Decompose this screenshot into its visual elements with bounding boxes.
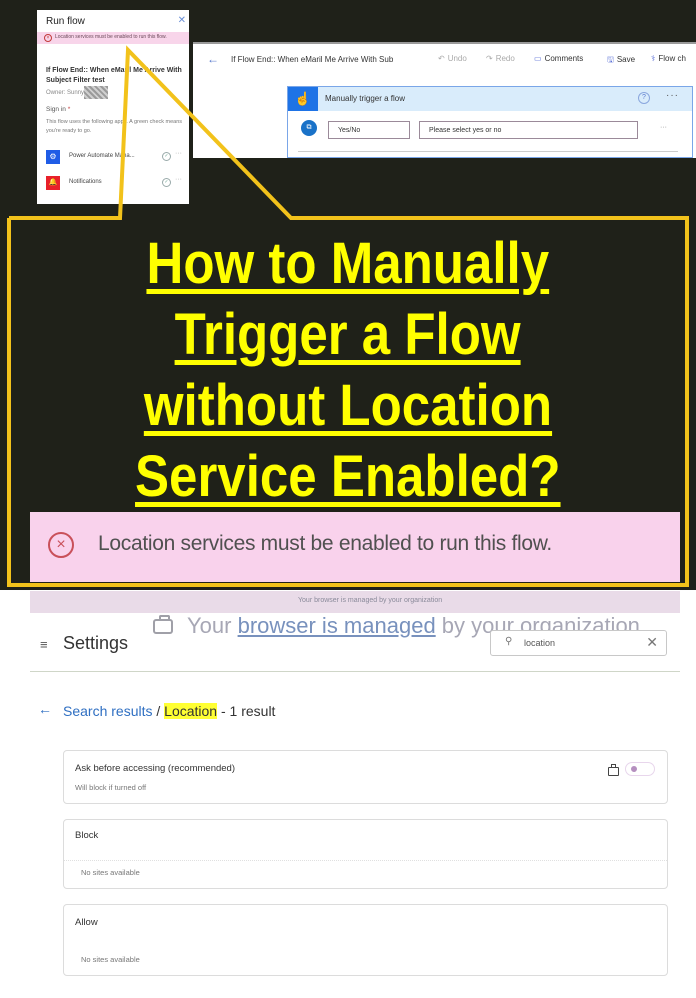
headline-text: without Location [143,373,553,438]
check-icon: ✓ [162,178,171,187]
panel-title: Block [75,830,99,841]
lock-icon [608,764,619,776]
panel-title: Allow [75,917,98,928]
panel-subtitle: Will block if turned off [75,783,147,792]
headline-line: How to Manually [0,228,696,299]
error-circle-icon: × [44,34,52,42]
help-icon[interactable]: ? [638,92,650,104]
save-label: Save [616,55,636,64]
location-error-message: Location services must be enabled to run… [98,532,552,555]
run-flow-error-bar: × Location services must be enabled to r… [37,32,189,44]
redo-button[interactable]: ↷ Redo [486,54,515,63]
flow-owner: Owner: Sunny [46,86,109,99]
redo-label: Redo [495,54,515,63]
breadcrumb-separator: / [152,703,165,719]
required-marker: * [67,106,71,113]
panel-title: Ask before accessing (recommended) [75,763,235,774]
settings-title: Settings [63,633,129,653]
allow-panel: Allow No sites available [63,904,668,976]
headline: How to Manually Trigger a Flow without L… [0,228,696,512]
flow-editor-panel: ← If Flow End:: When eMaril Me Arrive Wi… [193,42,696,158]
app-row-notifications[interactable]: 🔔 Notifications ✓ ··· [46,176,186,190]
settings-search-input[interactable]: ⚲ location ✕ [490,630,667,656]
headline-line: without Location [0,370,696,441]
app-row-power-automate[interactable]: ⚙ Power Automate Mana... ✓ ··· [46,150,186,164]
empty-state-text: No sites available [81,868,140,877]
comment-icon: ▭ [534,54,542,63]
touch-icon: ☝ [288,87,318,111]
bell-icon: 🔔 [46,176,60,190]
back-arrow-icon[interactable]: ← [207,52,219,66]
parameter-type-icon: ⧉ [301,120,317,136]
stethoscope-icon: ⚕ [651,54,656,63]
headline-line: Trigger a Flow [0,299,696,370]
more-options-icon[interactable]: ··· [666,90,679,101]
hamburger-menu-icon[interactable]: ≡ [40,637,48,652]
save-button[interactable]: 🖫 Save [607,54,635,68]
briefcase-icon [153,615,173,634]
card-divider [298,151,678,152]
headline-text: Service Enabled? [135,444,561,509]
comments-button[interactable]: ▭ Comments [534,54,583,63]
run-flow-panel: Run flow ✕ × Location services must be e… [37,10,189,204]
managed-browser-strip: Your browser is managed by your organiza… [30,591,680,613]
trigger-card-title: Manually trigger a flow [325,94,406,103]
check-icon: ✓ [162,152,171,161]
ask-before-accessing-panel: Ask before accessing (recommended) Will … [63,750,668,804]
sign-in-description: This flow uses the following apps. A gre… [46,119,183,134]
undo-label: Undo [447,54,467,63]
managed-link[interactable]: browser is managed [238,613,436,638]
trigger-card[interactable]: ☝ Manually trigger a flow ? ··· ⧉ Yes/No… [287,86,693,158]
block-panel: Block No sites available [63,819,668,889]
clear-search-icon[interactable]: ✕ [646,634,658,651]
breadcrumb: Search results / Location - 1 result [63,703,275,719]
flow-name: If Flow End:: When eMaril Me Arrive With… [46,67,182,84]
app-label: Notifications [69,179,102,185]
parameter-description-input[interactable]: Please select yes or no [419,121,638,139]
sign-in-text: Sign in [46,106,66,113]
location-error-banner: × Location services must be enabled to r… [30,512,680,582]
undo-icon: ↶ [438,54,445,63]
managed-notice-small: Your browser is managed by your organiza… [298,597,443,604]
error-circle-icon: × [48,532,74,558]
redo-icon: ↷ [486,54,493,63]
app-label: Power Automate Mana... [69,153,135,159]
parameter-name-input[interactable]: Yes/No [328,121,410,139]
empty-state-text: No sites available [81,955,140,964]
breadcrumb-result-count: - 1 result [217,703,276,719]
headline-line: Service Enabled? [0,441,696,512]
run-flow-title: Run flow [46,16,85,27]
undo-button[interactable]: ↶ Undo [438,54,467,63]
ask-before-accessing-toggle[interactable] [625,762,655,776]
run-flow-error-text: Location services must be enabled to run… [55,34,167,40]
sign-in-label: Sign in * [46,106,70,113]
trigger-card-header[interactable]: ☝ Manually trigger a flow ? ··· [288,87,692,111]
headline-text: Trigger a Flow [174,302,521,367]
more-options-icon[interactable]: ··· [175,176,182,183]
panel-divider [64,860,667,862]
power-automate-icon: ⚙ [46,150,60,164]
search-value[interactable]: location [524,638,555,648]
breadcrumb-current: Location [164,703,218,719]
managed-prefix: Your [187,613,238,638]
flow-checker-button[interactable]: ⚕ Flow ch [651,54,686,63]
headline-text: How to Manually [146,231,550,296]
redacted-owner [84,86,109,99]
breadcrumb-search-results[interactable]: Search results [63,703,152,719]
more-options-icon[interactable]: ··· [175,150,182,157]
comments-label: Comments [544,54,584,63]
owner-label: Owner: Sunny [46,90,85,97]
flow-checker-label: Flow ch [658,54,686,63]
search-icon: ⚲ [505,636,513,647]
save-icon: 🖫 [607,55,614,64]
editor-flow-title: If Flow End:: When eMaril Me Arrive With… [231,55,394,64]
header-divider [30,671,680,672]
back-arrow-icon[interactable]: ← [38,701,52,717]
toggle-knob [631,766,637,772]
parameter-more-icon[interactable]: ··· [660,124,667,131]
close-icon[interactable]: ✕ [178,15,186,26]
